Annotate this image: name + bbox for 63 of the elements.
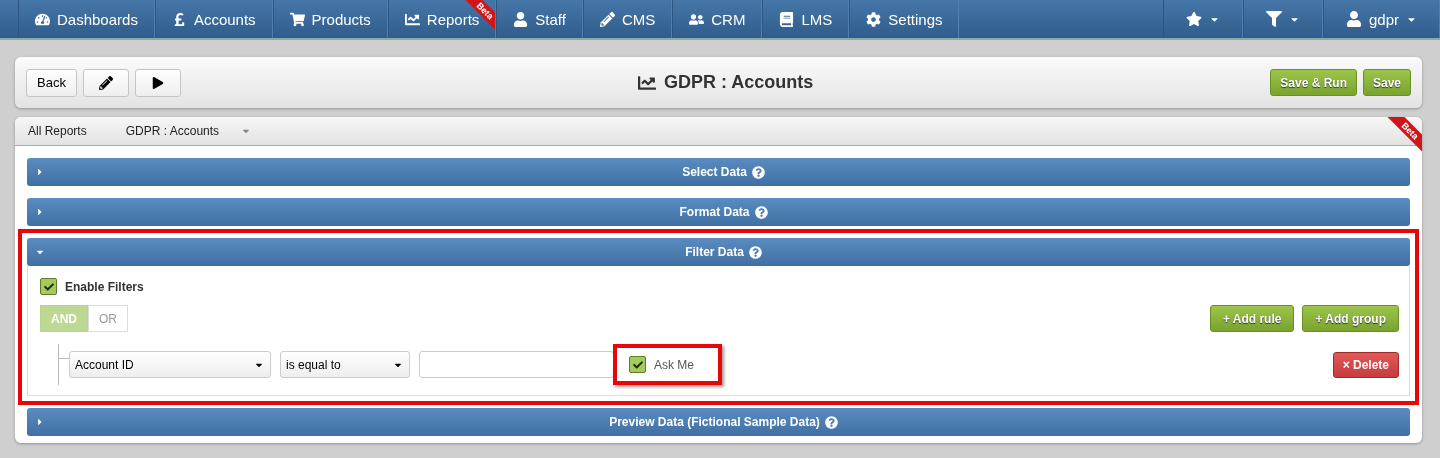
nav-label: Accounts: [193, 10, 256, 28]
check-icon: [632, 359, 643, 370]
book-icon: [779, 11, 795, 27]
section-header[interactable]: Format Data: [27, 198, 1410, 226]
nav-menu[interactable]: [1162, 0, 1243, 38]
pencil-icon: [599, 11, 615, 27]
pencil-icon: [98, 75, 113, 90]
nav-item[interactable]: Dashboards: [18, 0, 155, 38]
back-button[interactable]: Back: [26, 68, 77, 97]
section-title: Preview Data (Fictional Sample Data): [609, 415, 820, 429]
checkbox[interactable]: [629, 356, 646, 373]
run-button[interactable]: [134, 68, 181, 97]
condition-toggle[interactable]: OR: [88, 305, 128, 332]
play-icon: [151, 76, 164, 89]
nav-label: Dashboards: [57, 10, 138, 28]
star-icon: [1185, 11, 1202, 27]
operator-select[interactable]: is equal to: [280, 351, 410, 378]
nav-item[interactable]: Settings: [849, 0, 960, 38]
people-icon: [689, 11, 705, 27]
section-header[interactable]: Select Data: [27, 158, 1410, 186]
field-select[interactable]: Account ID: [69, 351, 271, 378]
breadcrumb-link[interactable]: GDPR : Accounts: [112, 124, 278, 138]
nav-label: Settings: [888, 10, 943, 28]
nav-label: CRM: [711, 10, 746, 28]
checkbox-label: Enable Filters: [65, 279, 144, 294]
filter-icon: [1265, 11, 1282, 27]
nav-item[interactable]: Products: [272, 0, 388, 38]
nav-item[interactable]: Accounts: [154, 0, 273, 38]
help-icon: [751, 165, 765, 179]
user-name: gdpr: [1368, 10, 1399, 28]
nav-menu[interactable]: [1242, 0, 1323, 38]
chart-icon: [637, 73, 656, 92]
section-header[interactable]: Preview Data (Fictional Sample Data): [27, 408, 1410, 436]
nav-item[interactable]: Staff: [496, 0, 583, 38]
person-icon: [513, 11, 529, 27]
gauge-icon: [35, 11, 50, 27]
page-title: GDPR : Accounts: [663, 72, 814, 93]
section-title: Format Data: [679, 205, 750, 219]
checkbox-label: Ask Me: [654, 357, 694, 372]
nav-item[interactable]: CRM: [672, 0, 763, 38]
value-field[interactable]: [419, 351, 614, 378]
nav-menu[interactable]: gdpr: [1322, 0, 1440, 38]
chart-icon: [404, 11, 420, 27]
nav-label: LMS: [801, 10, 833, 28]
section-title: Filter Data: [685, 245, 744, 259]
nav-label: Products: [311, 10, 371, 28]
delete-button[interactable]: × Delete: [1332, 351, 1399, 378]
cart-icon: [289, 11, 305, 27]
checkbox[interactable]: [40, 278, 57, 295]
nav-label: CMS: [621, 10, 656, 28]
check-icon: [43, 281, 54, 292]
nav-item[interactable]: CMS: [582, 0, 673, 38]
nav-label: Staff: [535, 10, 566, 28]
section-header[interactable]: Filter Data: [27, 238, 1410, 266]
section-title: Select Data: [682, 165, 747, 179]
nav-item[interactable]: LMS: [762, 0, 850, 38]
help-icon: [748, 245, 762, 259]
edit-button[interactable]: [82, 68, 129, 97]
help-icon: [824, 415, 838, 429]
person-icon: [1345, 11, 1362, 27]
gear-icon: [866, 11, 882, 27]
breadcrumb-link[interactable]: All Reports: [15, 124, 113, 138]
help-icon: [754, 205, 768, 219]
